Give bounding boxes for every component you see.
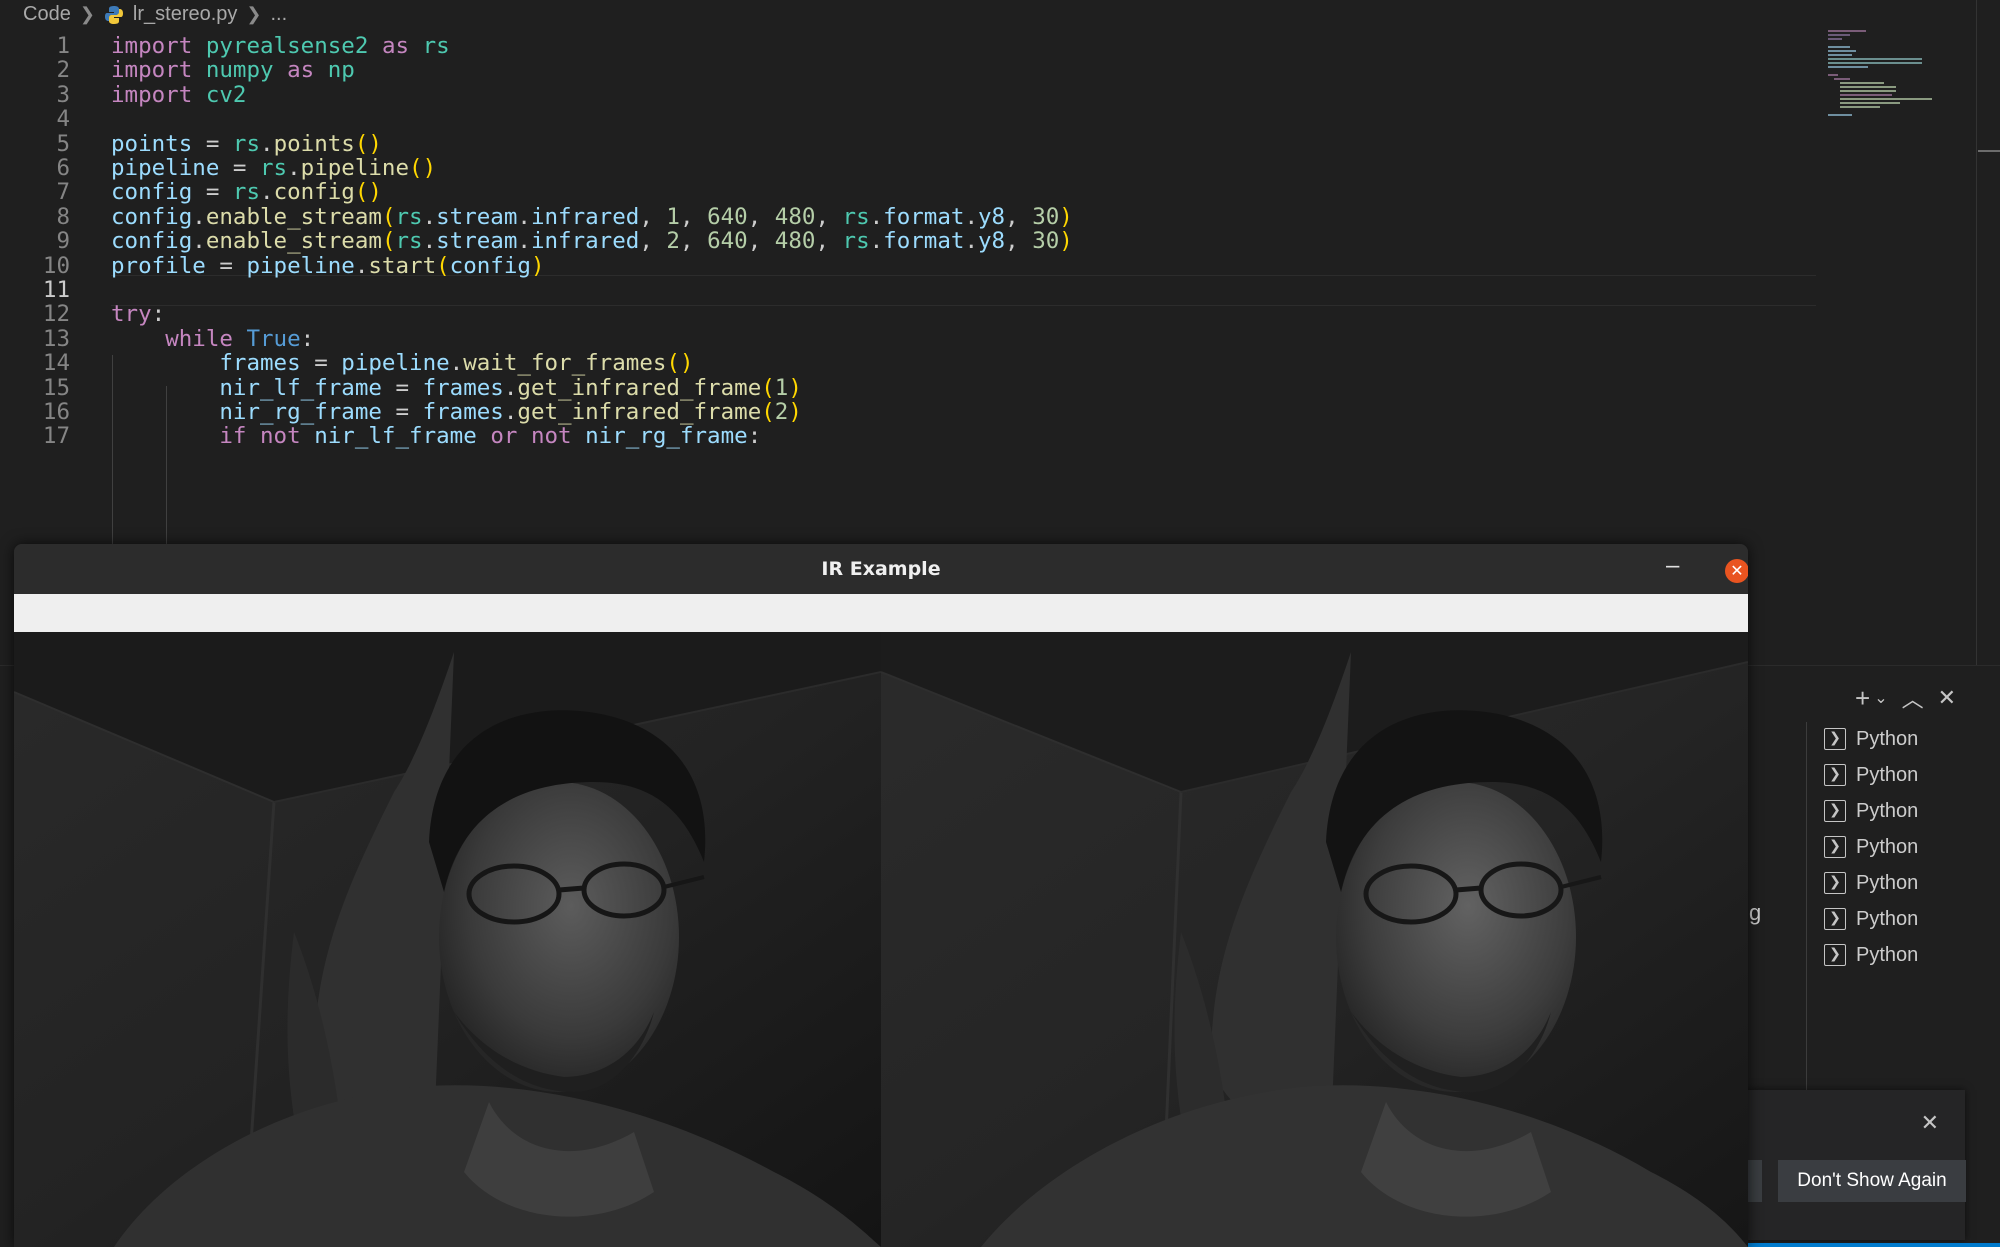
- terminal-item[interactable]: ❯ Python: [1824, 832, 1918, 862]
- terminal-item-label: Python: [1856, 835, 1919, 858]
- terminal-item[interactable]: ❯ Python: [1824, 940, 1918, 970]
- terminal-item-label: Python: [1856, 871, 1919, 894]
- terminal-item[interactable]: ❯ Python: [1824, 760, 1918, 790]
- terminal-item[interactable]: ❯ Python: [1824, 904, 1918, 934]
- chevron-right-icon: ❯: [79, 3, 95, 24]
- terminal-icon: ❯: [1824, 764, 1846, 786]
- close-window-icon[interactable]: ✕: [1725, 559, 1748, 583]
- terminal-icon: ❯: [1824, 872, 1846, 894]
- breadcrumb-root[interactable]: Code: [23, 3, 71, 26]
- code-line[interactable]: 17 if not nir_lf_frame or not nir_rg_fra…: [0, 421, 1820, 452]
- terminal-icon: ❯: [1824, 800, 1846, 822]
- new-terminal-icon[interactable]: +: [1855, 683, 1870, 714]
- terminal-item[interactable]: ❯ Python: [1824, 868, 1918, 898]
- ir-right-frame: [881, 632, 1748, 1247]
- terminal-icon: ❯: [1824, 728, 1846, 750]
- terminal-item-label: Python: [1856, 763, 1919, 786]
- panel-actions: + ⌄ ︿ ✕: [1855, 682, 1956, 714]
- terminal-item-label: Python: [1856, 907, 1919, 930]
- code-text: if not nir_lf_frame or not nir_rg_frame:: [219, 423, 762, 450]
- breadcrumb-file[interactable]: lr_stereo.py: [133, 3, 238, 26]
- status-bar-accent: [1745, 1243, 2000, 1247]
- ir-left-frame: [14, 632, 881, 1247]
- close-panel-icon[interactable]: ✕: [1938, 685, 1956, 711]
- window-toolbar: [14, 594, 1748, 632]
- window-titlebar[interactable]: IR Example – ✕: [14, 544, 1748, 594]
- terminal-icon: ❯: [1824, 908, 1846, 930]
- chevron-right-icon: ❯: [246, 3, 262, 24]
- terminal-item-label: Python: [1856, 943, 1919, 966]
- terminal-item-label: Python: [1856, 727, 1919, 750]
- terminal-list-divider: [1806, 722, 1807, 1090]
- chevron-down-icon[interactable]: ⌄: [1874, 688, 1887, 708]
- minimap[interactable]: [1826, 28, 1932, 118]
- line-number[interactable]: 17: [0, 421, 70, 452]
- notification-toast: ✕ Don't Show Again: [1745, 1090, 1966, 1240]
- maximize-panel-icon[interactable]: ︿: [1902, 682, 1924, 714]
- editor-scrollbar-thumb[interactable]: [1978, 150, 2000, 152]
- terminal-item-label: Python: [1856, 799, 1919, 822]
- breadcrumb-more[interactable]: ...: [271, 3, 288, 26]
- dont-show-again-button[interactable]: Don't Show Again: [1778, 1160, 1966, 1202]
- python-file-icon: [104, 6, 123, 24]
- editor-scrollbar-track[interactable]: [1976, 0, 1977, 670]
- ir-right-image: [881, 632, 1748, 1247]
- terminal-partial-text: g: [1749, 900, 1762, 925]
- ir-example-window: IR Example – ✕: [14, 544, 1748, 1247]
- terminal-icon: ❯: [1824, 836, 1846, 858]
- close-icon[interactable]: ✕: [1921, 1110, 1939, 1136]
- ir-left-image: [14, 632, 881, 1247]
- window-title: IR Example: [821, 558, 941, 580]
- terminal-item[interactable]: ❯ Python: [1824, 796, 1918, 826]
- terminal-icon: ❯: [1824, 944, 1846, 966]
- terminal-item[interactable]: ❯ Python: [1824, 724, 1918, 754]
- minimize-icon[interactable]: –: [1666, 552, 1679, 580]
- breadcrumb: Code ❯ lr_stereo.py ❯ ...: [0, 0, 1820, 28]
